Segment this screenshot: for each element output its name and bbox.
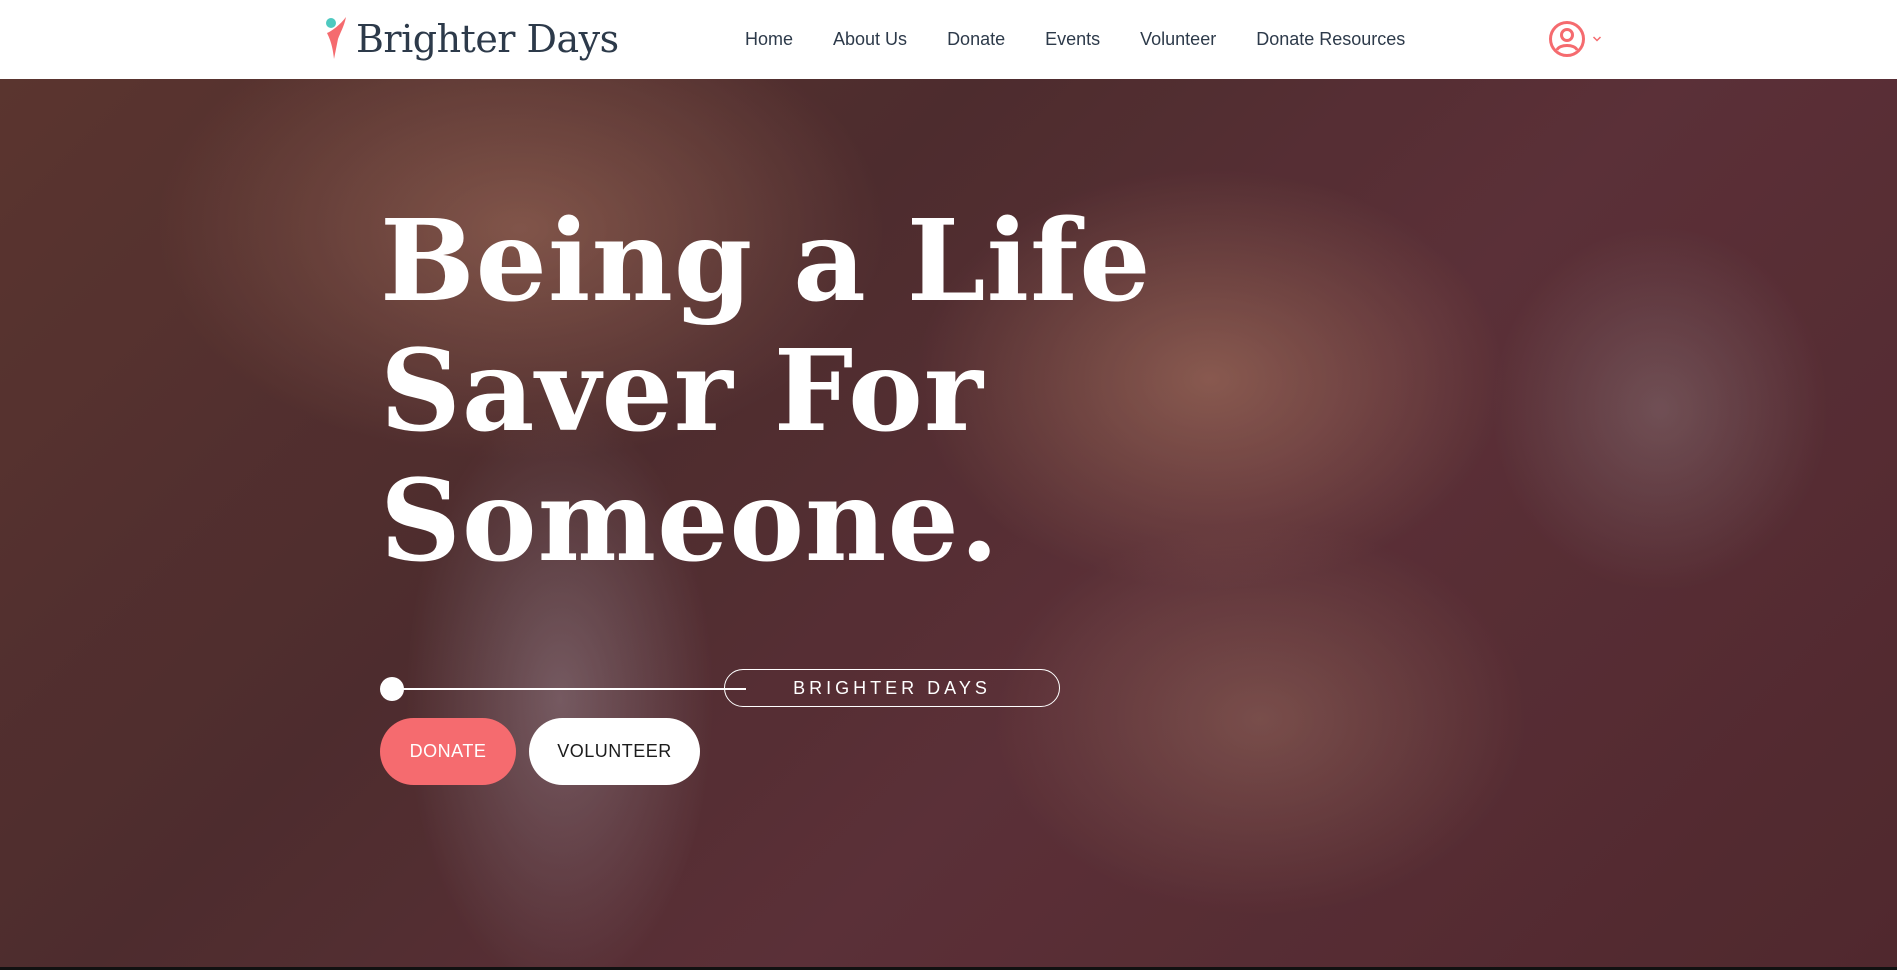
hero-title-line: Being a Life bbox=[380, 196, 1152, 327]
brand-name: Brighter Days bbox=[356, 17, 619, 61]
hero-title-line: Someone. bbox=[380, 456, 1000, 587]
nav-item-volunteer[interactable]: Volunteer bbox=[1140, 29, 1216, 50]
volunteer-button[interactable]: VOLUNTEER bbox=[529, 718, 700, 785]
nav-item-home[interactable]: Home bbox=[745, 29, 793, 50]
hero-title: Being a Life Saver For Someone. bbox=[380, 197, 1280, 587]
account-menu[interactable] bbox=[1548, 19, 1602, 59]
nav-item-about-us[interactable]: About Us bbox=[833, 29, 907, 50]
main-nav: Home About Us Donate Events Volunteer Do… bbox=[745, 0, 1405, 79]
hero-divider: BRIGHTER DAYS bbox=[380, 669, 1060, 709]
chevron-down-icon bbox=[1592, 36, 1602, 42]
nav-item-donate[interactable]: Donate bbox=[947, 29, 1005, 50]
figure-icon bbox=[326, 17, 346, 59]
user-circle-icon bbox=[1549, 21, 1585, 57]
nav-item-donate-resources[interactable]: Donate Resources bbox=[1256, 29, 1405, 50]
hero-title-line: Saver For bbox=[380, 326, 984, 457]
nav-item-events[interactable]: Events bbox=[1045, 29, 1100, 50]
divider-line bbox=[400, 688, 746, 690]
hero-tagline: BRIGHTER DAYS bbox=[724, 669, 1060, 707]
site-header: Brighter Days Home About Us Donate Event… bbox=[0, 0, 1897, 79]
donate-button[interactable]: DONATE bbox=[380, 718, 516, 785]
brand-logo[interactable]: Brighter Days bbox=[322, 14, 619, 64]
hero-section: Being a Life Saver For Someone. BRIGHTER… bbox=[0, 79, 1897, 970]
